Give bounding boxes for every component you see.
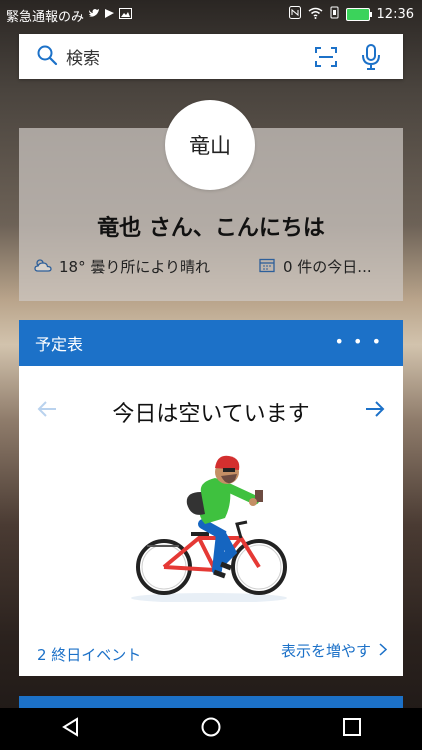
back-icon[interactable] <box>61 717 79 741</box>
more-options-icon[interactable]: • • • <box>335 332 383 351</box>
free-day-message: 今日は空いています <box>112 402 310 427</box>
partly-cloudy-icon <box>33 257 53 277</box>
show-more-link[interactable]: 表示を増やす <box>280 640 388 661</box>
gallery-icon <box>119 8 133 23</box>
wifi-icon <box>308 7 323 23</box>
greeting-text: 竜也 さん、こんにちは <box>97 216 325 241</box>
weather-info[interactable]: 18° 曇り所により晴れ <box>33 256 210 277</box>
cyclist-illustration <box>129 452 299 606</box>
search-icon <box>36 44 58 70</box>
mic-icon[interactable] <box>361 44 381 74</box>
nfc-icon <box>288 6 301 23</box>
calendar-icon <box>259 257 275 277</box>
notification-text: 緊急通報のみ <box>6 10 85 25</box>
events-info[interactable]: 0 件の今日... <box>259 256 372 277</box>
search-bar[interactable]: 検索 <box>19 34 403 79</box>
events-text: 0 件の今日... <box>283 258 372 276</box>
next-arrow-icon[interactable] <box>365 400 385 422</box>
weather-text: 18° 曇り所により晴れ <box>59 258 211 276</box>
chevron-right-icon <box>379 642 388 660</box>
calendar-header: 予定表 • • • <box>19 320 403 366</box>
avatar[interactable]: 竜山 <box>165 100 255 190</box>
vibrate-icon <box>330 6 339 23</box>
calendar-card: 予定表 • • • 今日は空いています 2 終日イベント 表示を増やす <box>19 320 403 676</box>
scan-icon[interactable] <box>315 47 337 71</box>
status-bar: 緊急通報のみ 12:36 <box>0 0 422 28</box>
all-day-events-link[interactable]: 2 終日イベント <box>37 644 141 665</box>
flag-icon <box>104 8 115 23</box>
greeting-card: 竜山 竜也 さん、こんにちは 18° 曇り所により晴れ 0 件の今日... <box>19 100 403 301</box>
battery-icon <box>345 8 372 21</box>
show-more-label: 表示を増やす <box>280 642 371 660</box>
status-time: 12:36 <box>376 7 414 22</box>
home-icon[interactable] <box>201 717 221 741</box>
recents-icon[interactable] <box>343 718 361 740</box>
navigation-bar <box>0 708 422 750</box>
search-label: 検索 <box>66 49 100 69</box>
calendar-title[interactable]: 予定表 <box>35 331 83 355</box>
twitter-icon <box>88 8 100 23</box>
